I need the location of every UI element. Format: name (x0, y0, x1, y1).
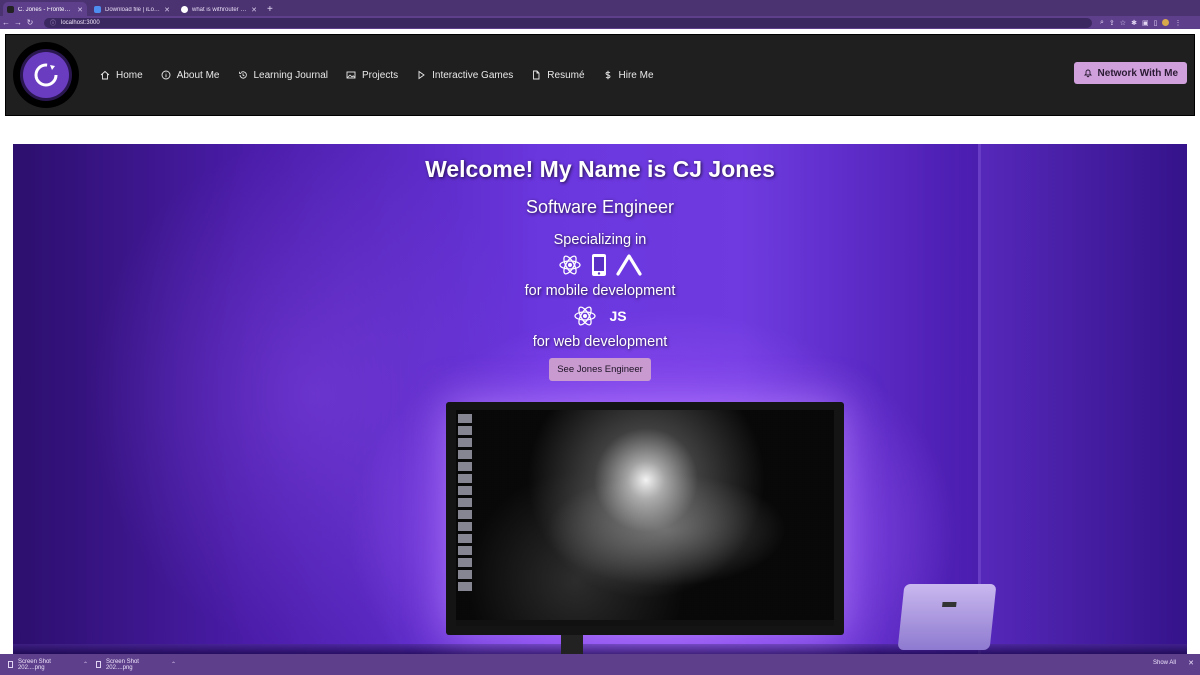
profile-avatar[interactable] (1162, 19, 1170, 26)
document-icon (533, 70, 540, 80)
toolbar: ← → ↻ ⓘ localhost:3000 ⌕ ⇪ ☆ ✱ ▣ ▯ ⋮ (0, 16, 1200, 29)
extensions-icon[interactable]: ✱ (1131, 19, 1137, 27)
javascript-icon: JS (609, 308, 627, 324)
react-icon (559, 255, 581, 275)
nav-links: Home About Me Learning Journal Projects … (91, 65, 663, 85)
browser-tab-portfolio[interactable]: C. Jones - Frontend & Fullstack Develope… (3, 2, 87, 17)
nav-learning-journal[interactable]: Learning Journal (229, 65, 338, 85)
file-icon (96, 661, 101, 668)
mobile-tech-icons (13, 252, 1187, 278)
google-favicon-icon (181, 6, 188, 13)
network-with-me-button[interactable]: Network With Me (1073, 62, 1187, 84)
hero-monitor-image (446, 402, 844, 635)
nav-about-label: About Me (176, 69, 220, 81)
hero-title: Welcome! My Name is CJ Jones (425, 156, 775, 182)
share-icon[interactable]: ⇪ (1109, 19, 1115, 27)
play-icon (418, 70, 425, 80)
expo-icon (616, 254, 642, 276)
site-navbar: Home About Me Learning Journal Projects … (5, 34, 1195, 116)
show-all-downloads-link[interactable]: Show All (1153, 660, 1176, 666)
nav-interactive-games-label: Interactive Games (432, 69, 514, 81)
close-tab-icon[interactable]: ✕ (164, 6, 170, 14)
specializing-label: Specializing in (553, 232, 647, 248)
chevron-up-icon[interactable]: ⌃ (83, 661, 88, 668)
site-favicon-icon (7, 6, 14, 13)
desktop-icons (458, 414, 476, 604)
dollar-icon (605, 70, 610, 80)
site-logo[interactable] (13, 42, 79, 108)
tab-strip: C. Jones - Frontend & Fullstack Develope… (0, 0, 1200, 17)
nav-about[interactable]: About Me (152, 65, 229, 85)
close-tab-icon[interactable]: ✕ (77, 6, 83, 14)
toolbar-actions: ⌕ ⇪ ☆ ✱ ▣ ▯ ⋮ (1100, 19, 1181, 27)
nav-resume[interactable]: Resumé (522, 65, 593, 85)
monitor-screen-galaxy (456, 410, 834, 620)
nav-home-label: Home (116, 69, 143, 81)
nav-hire-me[interactable]: Hire Me (594, 65, 663, 85)
tab-label: what is withrouter - Google Search (192, 6, 247, 13)
iloveimg-favicon-icon (94, 6, 101, 13)
site-info-icon[interactable]: ⓘ (50, 18, 56, 27)
hero-background-desk (13, 644, 1187, 654)
forward-arrow-icon[interactable]: → (12, 18, 24, 27)
download-shelf: Screen Shot 202....png ⌃ Screen Shot 202… (0, 654, 1200, 675)
hero-content: Welcome! My Name is CJ Jones Software En… (13, 156, 1187, 381)
nav-resume-label: Resumé (547, 69, 585, 81)
web-tech-icons: JS (13, 303, 1187, 329)
page-viewport: Home About Me Learning Journal Projects … (0, 29, 1200, 654)
mobile-phone-icon (592, 254, 606, 276)
react-icon (574, 306, 597, 326)
image-icon (346, 71, 356, 79)
bookmark-star-icon[interactable]: ☆ (1120, 19, 1126, 27)
tab-label: Download file | iLoveIMG (105, 6, 161, 13)
mobile-caption: for mobile development (524, 283, 676, 299)
new-tab-button[interactable]: + (267, 3, 273, 17)
notification-bell-icon (1083, 69, 1092, 78)
download-item[interactable]: Screen Shot 202....png ⌃ (8, 659, 88, 671)
back-arrow-icon[interactable]: ← (0, 18, 12, 27)
sidebar-icon[interactable]: ▯ (1154, 19, 1158, 27)
history-icon (238, 71, 247, 79)
download-item[interactable]: Screen Shot 202....png ⌃ (96, 659, 176, 671)
close-icon[interactable]: ✕ (1188, 659, 1194, 667)
browser-tab-google[interactable]: what is withrouter - Google Search ✕ (177, 2, 261, 17)
download-filename: Screen Shot 202....png (17, 658, 51, 671)
download-filename: Screen Shot 202....png (105, 658, 139, 671)
address-bar[interactable]: ⓘ localhost:3000 (44, 17, 1092, 28)
url-text: localhost:3000 (61, 19, 100, 26)
hero-subtitle: Software Engineer (525, 197, 675, 217)
browser-chrome: C. Jones - Frontend & Fullstack Develope… (0, 0, 1200, 29)
logo-emblem (23, 52, 69, 98)
menu-kebab-icon[interactable]: ⋮ (1174, 19, 1181, 27)
refresh-logo-icon (34, 63, 58, 87)
file-icon (8, 661, 13, 668)
zoom-icon[interactable]: ⌕ (1100, 19, 1104, 27)
web-caption: for web development (532, 334, 668, 350)
home-icon (100, 70, 110, 80)
browser-tab-iloveimg[interactable]: Download file | iLoveIMG ✕ (90, 2, 174, 17)
info-icon (161, 70, 171, 80)
nav-interactive-games[interactable]: Interactive Games (407, 65, 522, 85)
nav-home[interactable]: Home (91, 65, 152, 85)
nav-projects-label: Projects (362, 69, 399, 81)
see-jones-engineer-button[interactable]: See Jones Engineer (549, 358, 651, 381)
nav-hire-me-label: Hire Me (618, 69, 654, 81)
nav-learning-journal-label: Learning Journal (253, 69, 329, 81)
tab-label: C. Jones - Frontend & Fullstack Develope… (18, 6, 73, 13)
network-button-label: Network With Me (1097, 67, 1178, 79)
nav-projects[interactable]: Projects (337, 65, 407, 85)
chevron-up-icon[interactable]: ⌃ (171, 661, 176, 668)
monitor-stand (561, 635, 583, 654)
close-tab-icon[interactable]: ✕ (251, 6, 257, 14)
reload-icon[interactable]: ↻ (24, 18, 36, 27)
hero-speaker-cube (897, 584, 997, 650)
monitor-taskbar (456, 620, 834, 626)
tab-search-icon[interactable]: ▣ (1142, 19, 1149, 27)
hero-section: Welcome! My Name is CJ Jones Software En… (13, 144, 1187, 654)
